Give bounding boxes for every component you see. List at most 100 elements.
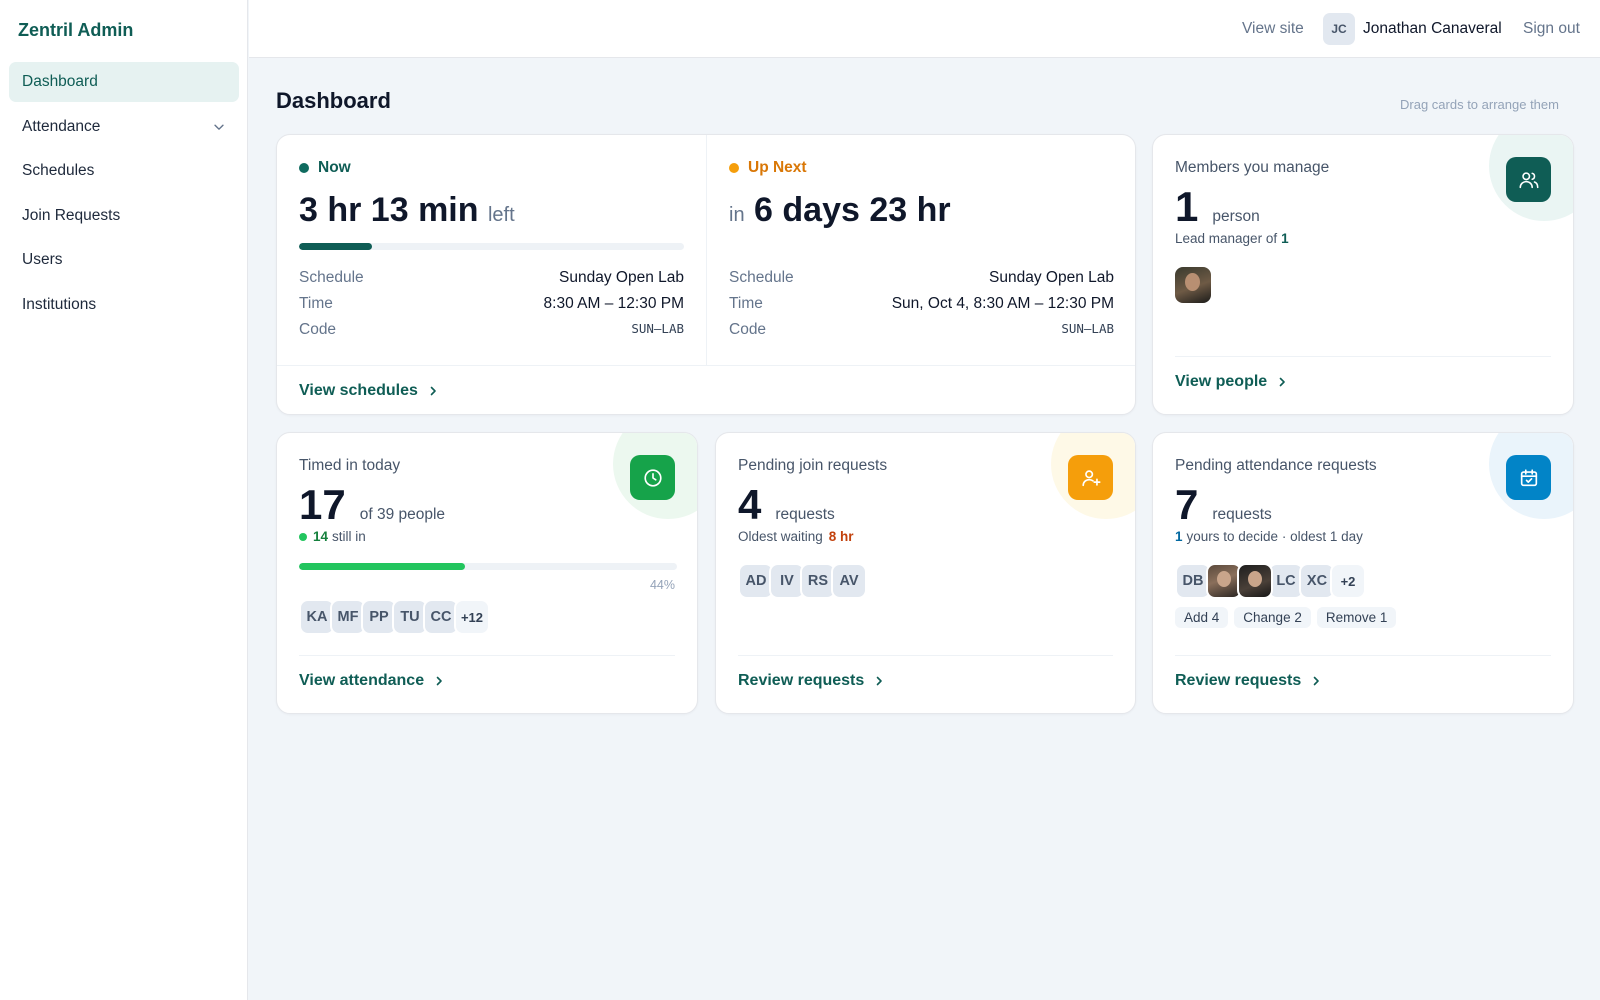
- sign-out-link[interactable]: Sign out: [1523, 20, 1580, 38]
- timed-in-avatars: KA MF PP TU CC +12: [299, 599, 490, 635]
- sub-value: 1: [1281, 231, 1289, 246]
- count-value: 17: [299, 481, 346, 528]
- more-avatars-chip[interactable]: +2: [1330, 563, 1366, 599]
- brand-logo[interactable]: Zentril Admin: [18, 20, 133, 41]
- add-pill[interactable]: Add 4: [1175, 607, 1229, 628]
- link-label: Review requests: [738, 672, 865, 689]
- attendance-requests-card[interactable]: Pending attendance requests 7 requests 1…: [1152, 432, 1574, 714]
- members-count: 1 person: [1175, 183, 1260, 231]
- sidebar-item-join-requests[interactable]: Join Requests: [9, 196, 239, 236]
- more-avatars-chip[interactable]: +12: [454, 599, 490, 635]
- sidebar-item-schedules[interactable]: Schedules: [9, 151, 239, 191]
- now-next-card[interactable]: Now 3 hr 13 min left Schedule Sunday Ope…: [276, 134, 1136, 415]
- row-value: Sunday Open Lab: [559, 269, 684, 286]
- row-value: Sunday Open Lab: [989, 269, 1114, 286]
- row-key: Code: [299, 321, 337, 338]
- now-status-label: Now: [318, 159, 351, 176]
- next-time-prefix: in: [729, 204, 745, 226]
- sidebar-item-label: Institutions: [22, 295, 97, 313]
- review-join-requests-link[interactable]: Review requests: [738, 672, 884, 690]
- card-divider: [299, 655, 675, 656]
- sidebar-item-label: Schedules: [22, 162, 95, 180]
- sub-prefix: Oldest waiting: [738, 529, 823, 544]
- review-attendance-requests-link[interactable]: Review requests: [1175, 672, 1321, 690]
- row-key: Time: [299, 295, 333, 312]
- view-attendance-link[interactable]: View attendance: [299, 672, 444, 690]
- card-divider: [1175, 356, 1551, 357]
- oldest-waiting-text: Oldest waiting 8 hr: [738, 529, 854, 544]
- sidebar-item-institutions[interactable]: Institutions: [9, 285, 239, 325]
- sidebar-item-label: Users: [22, 251, 63, 269]
- sub-value: 1: [1175, 529, 1183, 544]
- card-label: Pending join requests: [738, 457, 888, 474]
- timed-in-count: 17 of 39 people: [299, 481, 445, 529]
- row-key: Schedule: [299, 269, 364, 286]
- avatar-chip[interactable]: AV: [831, 563, 867, 599]
- sidebar-item-dashboard[interactable]: Dashboard: [9, 62, 239, 102]
- link-label: View schedules: [299, 382, 418, 399]
- sidebar: Zentril Admin Dashboard Attendance Sched…: [0, 0, 248, 1000]
- attendance-requests-count: 7 requests: [1175, 481, 1272, 529]
- sidebar-item-label: Dashboard: [22, 73, 98, 90]
- now-row-code: Code SUN–LAB: [299, 321, 684, 339]
- chevron-right-icon: [430, 386, 436, 396]
- count-unit: of 39 people: [359, 506, 446, 523]
- link-label: Review requests: [1175, 672, 1302, 689]
- drag-hint: Drag cards to arrange them: [1400, 97, 1559, 112]
- timed-in-progress-fill: [299, 563, 466, 570]
- count-unit: requests: [1212, 506, 1272, 523]
- now-time-left: 3 hr 13 min left: [299, 191, 515, 230]
- next-time-main: 6 days 23 hr: [754, 191, 951, 229]
- next-time: in 6 days 23 hr: [729, 191, 951, 230]
- view-people-link[interactable]: View people: [1175, 373, 1287, 391]
- sidebar-item-users[interactable]: Users: [9, 240, 239, 280]
- chevron-right-icon: [1279, 377, 1285, 387]
- now-row-time: Time 8:30 AM – 12:30 PM: [299, 295, 684, 313]
- user-plus-icon: [1068, 455, 1113, 500]
- calendar-check-icon: [1506, 455, 1551, 500]
- count-unit: person: [1212, 208, 1260, 225]
- sub-text: yours to decide · oldest 1 day: [1186, 529, 1363, 544]
- next-status-label: Up Next: [748, 159, 807, 176]
- sidebar-item-attendance[interactable]: Attendance: [9, 107, 239, 147]
- clock-icon: [630, 455, 675, 500]
- now-time-main: 3 hr 13 min: [299, 191, 479, 229]
- timed-in-progress-bar: [299, 563, 677, 570]
- next-row-code: Code SUN–LAB: [729, 321, 1114, 339]
- count-value: 7: [1175, 481, 1199, 528]
- join-requests-card[interactable]: Pending join requests 4 requests Oldest …: [715, 432, 1136, 714]
- now-status-dot: [299, 163, 309, 173]
- change-pill[interactable]: Change 2: [1234, 607, 1311, 628]
- still-in-dot: [299, 532, 307, 541]
- user-name[interactable]: Jonathan Canaveral: [1363, 20, 1502, 38]
- avatar[interactable]: JC: [1323, 13, 1355, 45]
- yours-to-decide-text: 1 yours to decide · oldest 1 day: [1175, 529, 1363, 544]
- count-unit: requests: [775, 506, 835, 523]
- chevron-right-icon: [436, 676, 442, 686]
- view-schedules-link[interactable]: View schedules: [299, 382, 438, 400]
- next-status-dot: [729, 163, 739, 173]
- now-row-schedule: Schedule Sunday Open Lab: [299, 269, 684, 287]
- link-label: View people: [1175, 373, 1268, 390]
- page-title: Dashboard: [276, 88, 391, 113]
- join-requests-avatars: AD IV RS AV: [738, 563, 867, 599]
- lead-manager-text: Lead manager of 1: [1175, 231, 1289, 246]
- row-value: SUN–LAB: [1061, 321, 1114, 336]
- avatar-photo-chip[interactable]: [1237, 563, 1273, 599]
- view-site-link[interactable]: View site: [1242, 20, 1304, 38]
- row-key: Code: [729, 321, 767, 338]
- card-label: Pending attendance requests: [1175, 457, 1377, 474]
- chevron-right-icon: [1313, 676, 1320, 686]
- up-next-panel: Up Next in 6 days 23 hr Schedule Sunday …: [707, 135, 1135, 365]
- chevron-down-icon: [214, 124, 224, 130]
- member-avatar[interactable]: [1175, 267, 1211, 303]
- members-card[interactable]: Members you manage 1 person Lead manager…: [1152, 134, 1574, 415]
- now-progress-bar: [299, 243, 684, 250]
- sub-prefix: Lead manager of: [1175, 231, 1278, 246]
- sidebar-item-label: Join Requests: [22, 206, 121, 224]
- timed-in-card[interactable]: Timed in today 17 of 39 people 14 still …: [276, 432, 698, 714]
- card-divider: [1175, 655, 1551, 656]
- now-time-suffix: left: [487, 204, 515, 226]
- remove-pill[interactable]: Remove 1: [1316, 607, 1397, 628]
- count-value: 1: [1175, 183, 1199, 230]
